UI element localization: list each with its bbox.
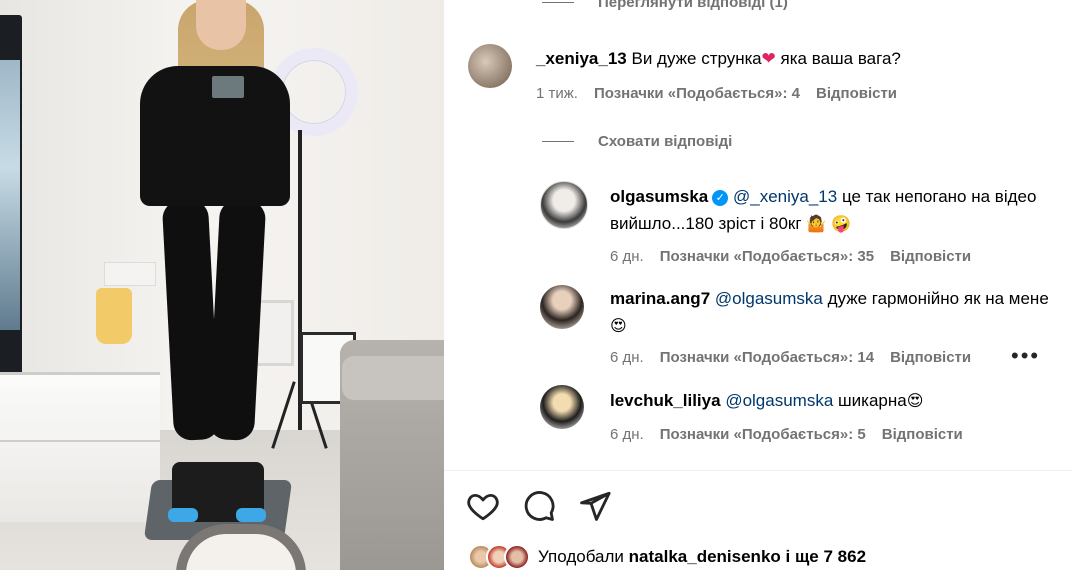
view-replies-label: Переглянути відповіді (1): [598, 0, 788, 11]
heart-eyes-emoji-icon: 😍: [906, 393, 924, 410]
comment-text-part: яка ваша вага?: [780, 49, 901, 68]
media-sofa-arm: [342, 356, 444, 400]
avatar[interactable]: [540, 181, 588, 229]
media-person-face: [196, 0, 246, 50]
likes-count[interactable]: і ще 7 862: [786, 547, 867, 567]
media-stepper-pedal: [168, 508, 198, 522]
reply-body: olgasumska ✓ @_xeniya_13 це так непогано …: [610, 183, 1050, 238]
share-icon[interactable]: [578, 489, 612, 523]
media-stepper-pedal: [236, 508, 266, 522]
avatar[interactable]: [468, 44, 512, 88]
reply-text: дуже гармонійно як на мене: [827, 289, 1049, 308]
verified-badge-icon: ✓: [712, 190, 729, 206]
comment-body: _xeniya_13 Ви дуже стрункa❤ яка ваша ваг…: [536, 45, 1056, 72]
likes-user[interactable]: natalka_denisenko: [629, 547, 781, 567]
heart-emoji-icon: ❤: [761, 49, 776, 68]
likes-summary: Уподобали natalka_denisenko і ще 7 862: [468, 544, 866, 570]
toggle-dash: [542, 2, 574, 3]
likes-prefix: Уподобали: [538, 547, 624, 566]
comment-username[interactable]: _xeniya_13: [536, 49, 627, 68]
reply-text: шикарна: [838, 391, 907, 410]
reply-username[interactable]: marina.ang7: [610, 289, 710, 308]
reply-meta: 6 дн. Позначки «Подобається»: 14 Відпові…: [610, 349, 987, 366]
hide-replies-toggle[interactable]: Сховати відповіді: [542, 133, 732, 150]
reply-meta: 6 дн. Позначки «Подобається»: 35 Відпові…: [610, 248, 987, 265]
toggle-dash: [542, 141, 574, 142]
reply-time[interactable]: 6 дн.: [610, 248, 644, 265]
avatar[interactable]: [540, 385, 584, 429]
reply-likes[interactable]: Позначки «Подобається»: 5: [660, 426, 866, 443]
comment-meta: 1 тиж. Позначки «Подобається»: 4 Відпові…: [536, 85, 913, 102]
reply-meta: 6 дн. Позначки «Подобається»: 5 Відповіс…: [610, 426, 979, 443]
zany-face-emoji-icon: 🤪: [830, 216, 851, 233]
reply-likes[interactable]: Позначки «Подобається»: 35: [660, 248, 874, 265]
reply-likes[interactable]: Позначки «Подобається»: 14: [660, 349, 874, 366]
comments-panel: Переглянути відповіді (1) _xeniya_13 Ви …: [444, 0, 1072, 570]
more-options-icon[interactable]: •••: [1011, 345, 1040, 367]
reply-button[interactable]: Відповісти: [890, 248, 971, 265]
reply-time[interactable]: 6 дн.: [610, 426, 644, 443]
comment-likes[interactable]: Позначки «Подобається»: 4: [594, 85, 800, 102]
reply-username[interactable]: levchuk_liliya: [610, 391, 721, 410]
reply-button[interactable]: Відповісти: [882, 426, 963, 443]
reply-time[interactable]: 6 дн.: [610, 349, 644, 366]
reply-mention[interactable]: @olgasumska: [725, 391, 833, 410]
reply-username[interactable]: olgasumska: [610, 187, 708, 206]
view-replies-toggle[interactable]: Переглянути відповіді (1): [542, 0, 788, 11]
media-person-badge: [212, 76, 244, 98]
reply-mention[interactable]: @olgasumska: [715, 289, 823, 308]
liker-avatars[interactable]: [468, 544, 530, 570]
reply-button[interactable]: Відповісти: [816, 85, 897, 102]
media-cabinet: [0, 372, 160, 522]
avatar: [504, 544, 530, 570]
heart-eyes-emoji-icon: 😍: [610, 318, 627, 335]
comment-text-part: Ви дуже стрункa: [631, 49, 762, 68]
media-shelf-box: [104, 262, 156, 286]
media-tv-screen: [0, 60, 20, 330]
comment-time[interactable]: 1 тиж.: [536, 85, 578, 102]
post-media[interactable]: [0, 0, 444, 570]
reply-button[interactable]: Відповісти: [890, 349, 971, 366]
heart-icon[interactable]: [466, 489, 500, 523]
reply-body: marina.ang7 @olgasumska дуже гармонійно …: [610, 285, 1050, 340]
reply-mention[interactable]: @_xeniya_13: [733, 187, 837, 206]
comment-icon[interactable]: [522, 489, 556, 523]
media-vase: [96, 288, 132, 344]
hide-replies-label: Сховати відповіді: [598, 133, 733, 150]
shrug-emoji-icon: 🤷: [806, 216, 827, 233]
divider: [444, 470, 1072, 471]
reply-body: levchuk_liliya @olgasumska шикарна😍: [610, 387, 1050, 415]
avatar[interactable]: [540, 285, 584, 329]
media-cabinet-line: [0, 440, 160, 442]
